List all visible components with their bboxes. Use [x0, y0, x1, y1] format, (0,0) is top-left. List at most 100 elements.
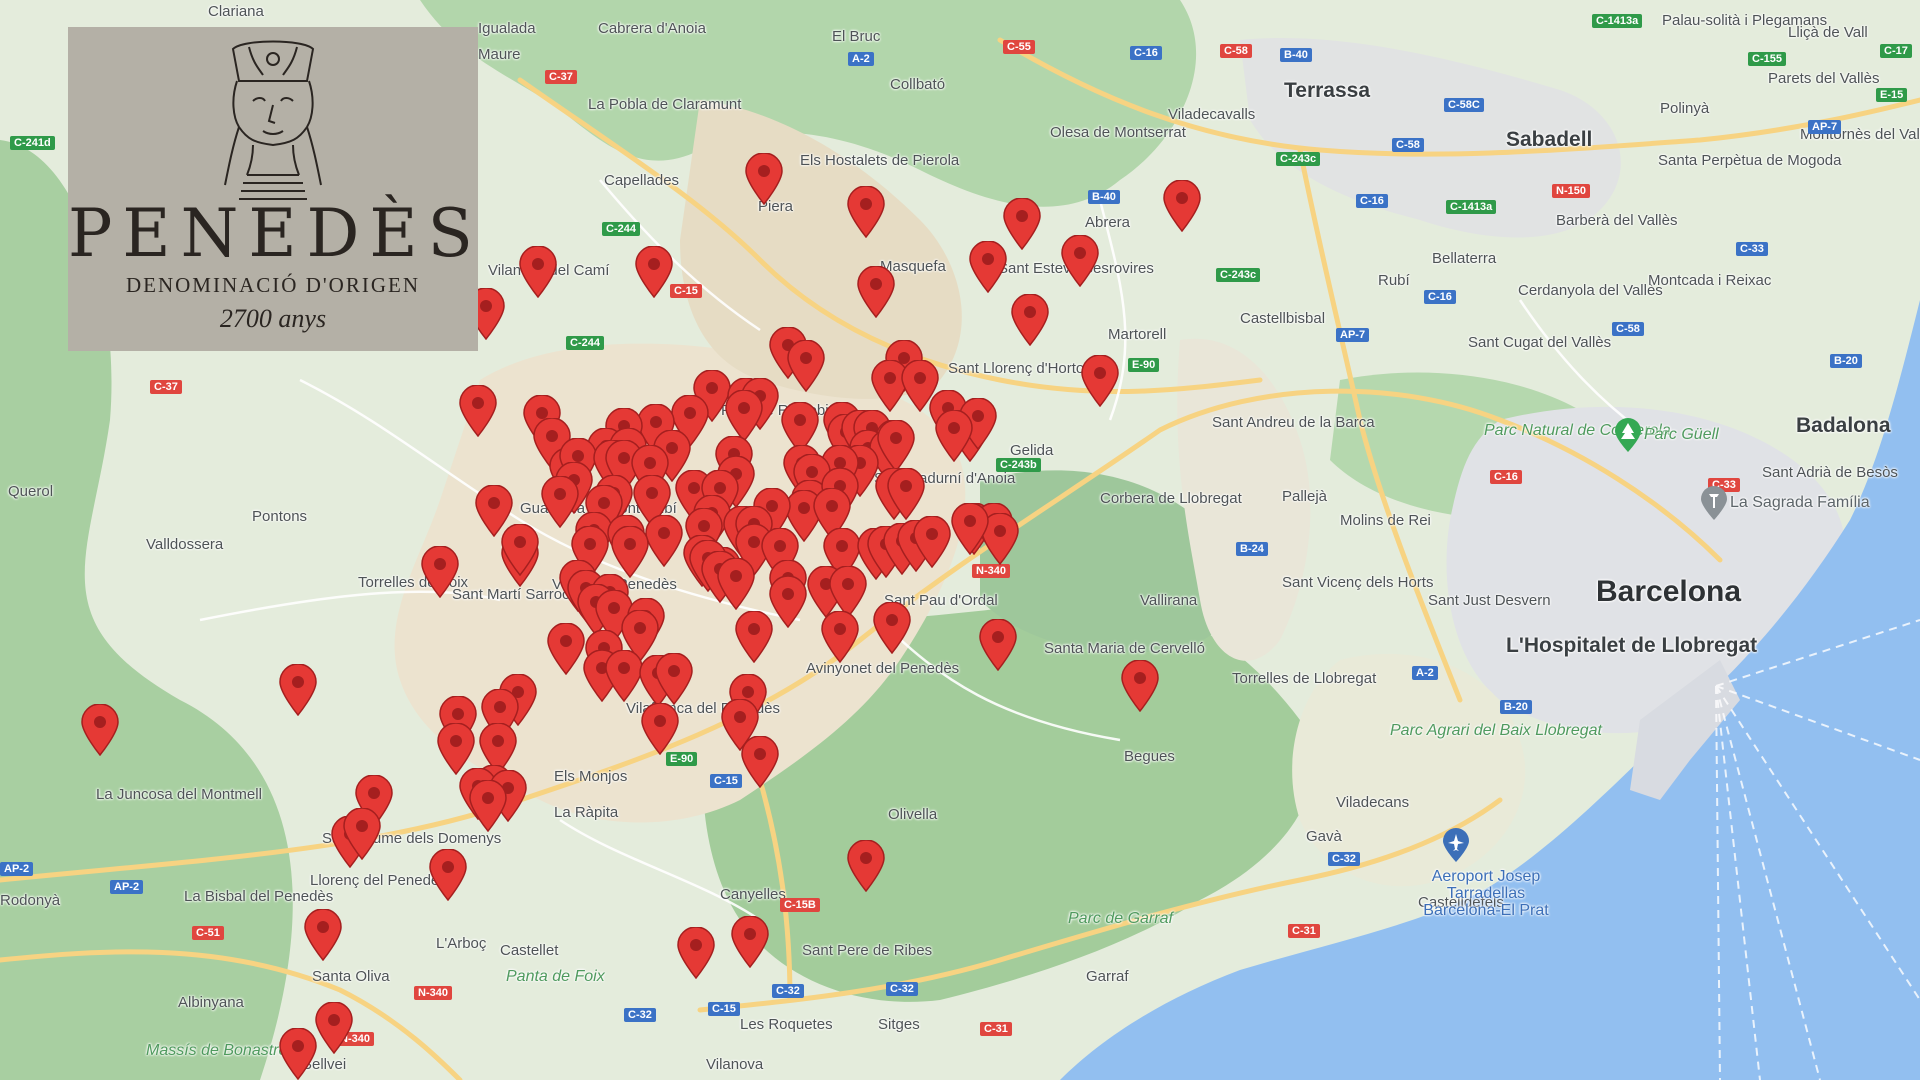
place-label: Martorell: [1108, 326, 1167, 343]
map-marker-icon[interactable]: [1163, 180, 1201, 232]
map-marker-icon[interactable]: [315, 1002, 353, 1054]
road-shield: C-16: [1130, 46, 1162, 60]
map-marker-icon[interactable]: [769, 576, 807, 628]
map-marker-icon[interactable]: [1011, 294, 1049, 346]
place-label: L'Hospitalet de Llobregat: [1506, 634, 1758, 657]
map-marker-icon[interactable]: [887, 468, 925, 520]
map-marker-icon[interactable]: [429, 849, 467, 901]
map-marker-icon[interactable]: [857, 266, 895, 318]
road-shield: C-32: [772, 984, 804, 998]
road-shield: C-32: [1328, 852, 1360, 866]
map-marker-icon[interactable]: [717, 558, 755, 610]
park-icon[interactable]: [1615, 418, 1641, 452]
goddess-emblem-icon: [224, 40, 322, 200]
poi-label[interactable]: La Sagrada Família: [1730, 494, 1870, 511]
map-marker-icon[interactable]: [304, 909, 342, 961]
logo-wordmark: PENEDÈS: [68, 195, 483, 272]
road-shield: AP-7: [1336, 328, 1370, 342]
place-label: La Bisbal del Penedès: [184, 888, 334, 905]
map-marker-icon[interactable]: [1121, 660, 1159, 712]
map-marker-icon[interactable]: [541, 476, 579, 528]
map-marker-icon[interactable]: [611, 526, 649, 578]
map-marker-icon[interactable]: [951, 503, 989, 555]
place-label: Vallirana: [1140, 592, 1198, 609]
road-shield: AP-2: [0, 862, 34, 876]
place-label: Cabrera d'Anoia: [598, 20, 706, 37]
map-marker-icon[interactable]: [459, 385, 497, 437]
map-marker-icon[interactable]: [873, 602, 911, 654]
map-marker-icon[interactable]: [641, 703, 679, 755]
park-label: Parc de Garraf: [1068, 910, 1173, 927]
place-label: Castellet: [500, 942, 559, 959]
road-shield: C-37: [545, 70, 577, 84]
place-label: Pallejà: [1282, 488, 1328, 505]
airport-icon[interactable]: [1443, 828, 1469, 862]
map-marker-icon[interactable]: [81, 704, 119, 756]
place-label: El Bruc: [832, 28, 881, 45]
road-shield: C-31: [1288, 924, 1320, 938]
place-label: Viladecans: [1336, 794, 1410, 811]
map-marker-icon[interactable]: [821, 611, 859, 663]
park-label: Parc Natural de Collserola: [1484, 422, 1671, 439]
place-label: Sant Vicenç dels Horts: [1282, 574, 1434, 591]
map-marker-icon[interactable]: [645, 515, 683, 567]
map-marker-icon[interactable]: [969, 241, 1007, 293]
place-label: Rubí: [1378, 272, 1410, 289]
place-label: Molins de Rei: [1340, 512, 1431, 529]
map-marker-icon[interactable]: [655, 653, 693, 705]
road-shield: C-58C: [1444, 98, 1484, 112]
place-label: Corbera de Llobregat: [1100, 490, 1242, 507]
monument-icon[interactable]: [1701, 486, 1727, 520]
place-label: Torrelles de Llobregat: [1232, 670, 1377, 687]
map-marker-icon[interactable]: [979, 619, 1017, 671]
place-label: Les Roquetes: [740, 1016, 833, 1033]
place-label: Barberà del Vallès: [1556, 212, 1678, 229]
map-marker-icon[interactable]: [1003, 198, 1041, 250]
place-label: Rodonyà: [0, 892, 61, 909]
poi-label[interactable]: Parc Güell: [1644, 426, 1719, 443]
logo-years: 2700 anys: [219, 304, 327, 333]
road-shield: C-51: [192, 926, 224, 940]
map-marker-icon[interactable]: [1081, 355, 1119, 407]
map-marker-icon[interactable]: [877, 420, 915, 472]
place-label: Gavà: [1306, 828, 1342, 845]
road-shield: C-1413a: [1446, 200, 1497, 214]
map-marker-icon[interactable]: [913, 516, 951, 568]
map-marker-icon[interactable]: [725, 390, 763, 442]
road-shield: A-2: [1412, 666, 1438, 680]
map-marker-icon[interactable]: [421, 546, 459, 598]
map-marker-icon[interactable]: [343, 808, 381, 860]
place-label: Parc Agrari del Baix Llobregat: [1390, 722, 1602, 739]
road-shield: N-340: [414, 986, 452, 1000]
place-label: Sabadell: [1506, 128, 1593, 151]
place-label: Santa Perpètua de Mogoda: [1658, 152, 1842, 169]
place-label: Polinyà: [1660, 100, 1710, 117]
place-label: Maure: [478, 46, 521, 63]
map-marker-icon[interactable]: [847, 186, 885, 238]
map-marker-icon[interactable]: [745, 153, 783, 205]
map-marker-icon[interactable]: [279, 1028, 317, 1080]
map-marker-icon[interactable]: [635, 246, 673, 298]
road-shield: C-15: [670, 284, 702, 298]
map-marker-icon[interactable]: [735, 611, 773, 663]
logo-subtitle: DENOMINACIÓ D'ORIGEN: [125, 273, 420, 297]
map-marker-icon[interactable]: [501, 524, 539, 576]
map-marker-icon[interactable]: [469, 780, 507, 832]
map-marker-icon[interactable]: [677, 927, 715, 979]
map-marker-icon[interactable]: [279, 664, 317, 716]
map-marker-icon[interactable]: [935, 410, 973, 462]
map-marker-icon[interactable]: [605, 650, 643, 702]
road-shield: C-15B: [780, 898, 820, 912]
map-marker-icon[interactable]: [731, 916, 769, 968]
place-label: Garraf: [1086, 968, 1129, 985]
map-marker-icon[interactable]: [847, 840, 885, 892]
map-marker-icon[interactable]: [741, 736, 779, 788]
road-shield: C-32: [624, 1008, 656, 1022]
poi-label[interactable]: Aeroport Josep Tarradellas Barcelona-El …: [1416, 868, 1556, 919]
place-label: Querol: [8, 483, 54, 500]
map-marker-icon[interactable]: [547, 623, 585, 675]
map-marker-icon[interactable]: [1061, 235, 1099, 287]
map-marker-icon[interactable]: [519, 246, 557, 298]
map-marker-icon[interactable]: [787, 340, 825, 392]
road-shield: C-16: [1490, 470, 1522, 484]
